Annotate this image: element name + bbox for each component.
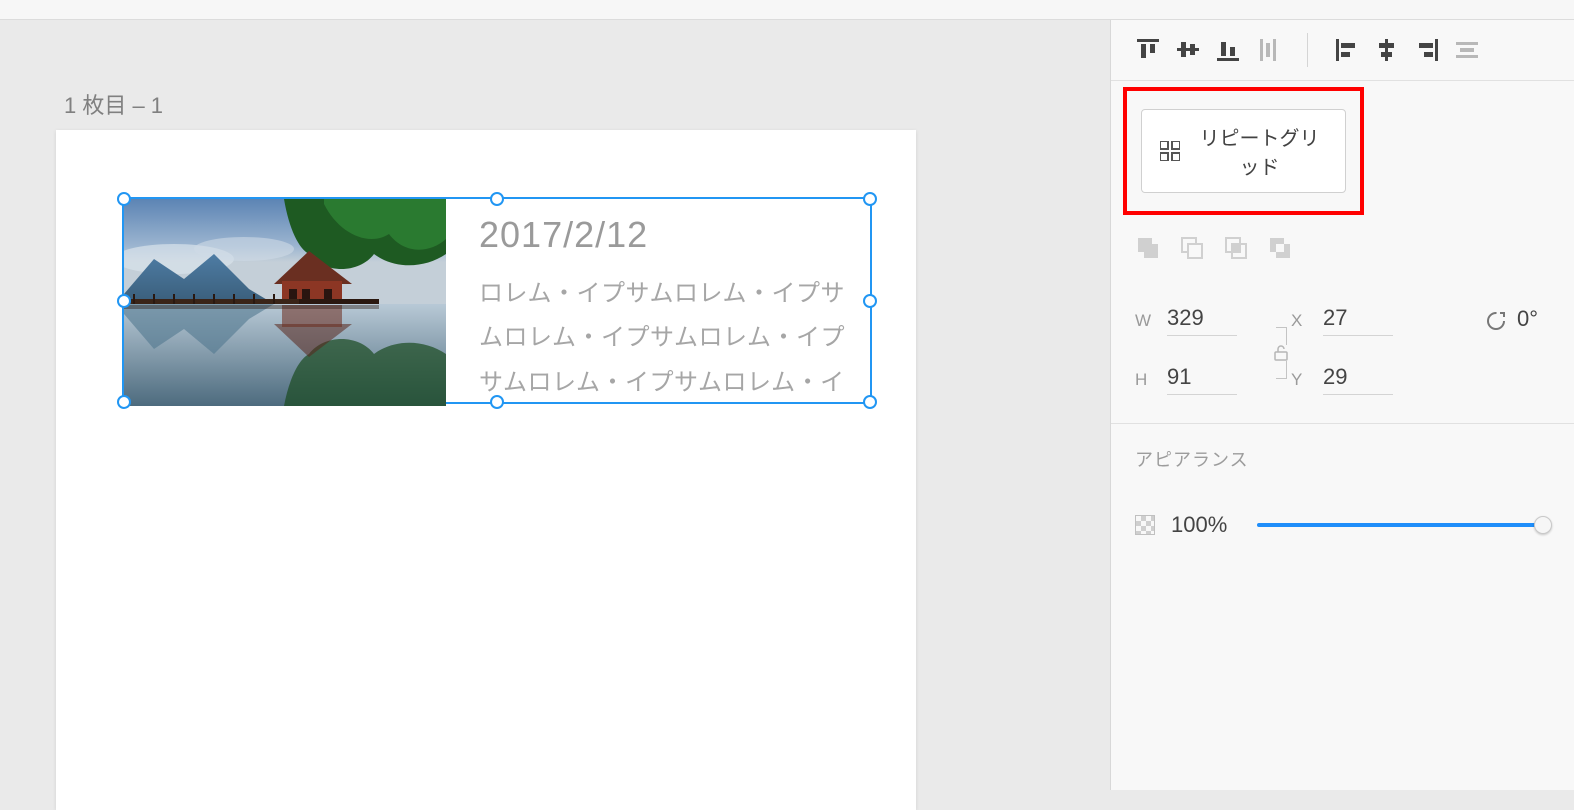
transform-section: W 329 X 27 0° H 91 Y 29 xyxy=(1111,281,1574,424)
card-text-block[interactable]: 2017/2/12 ロレム・イプサムロレム・イプサムロレム・イプサムロレム・イプ… xyxy=(479,214,860,405)
opacity-checker-icon xyxy=(1135,515,1155,535)
boolean-ops-row xyxy=(1111,221,1574,281)
selection-handle-mid-left[interactable] xyxy=(117,294,131,308)
selection-handle-mid-right[interactable] xyxy=(863,294,877,308)
canvas-area[interactable]: 1 枚目 – 1 xyxy=(0,20,1110,790)
align-left-icon[interactable] xyxy=(1334,37,1360,63)
align-toolbar xyxy=(1111,20,1574,80)
top-app-bar xyxy=(0,0,1574,20)
y-field[interactable]: Y 29 xyxy=(1291,364,1431,395)
align-top-icon[interactable] xyxy=(1135,37,1161,63)
selection-handle-top-right[interactable] xyxy=(863,192,877,206)
selection-handle-top-mid[interactable] xyxy=(490,192,504,206)
height-field[interactable]: H 91 xyxy=(1135,364,1275,395)
repeat-grid-button[interactable]: リピートグリッド xyxy=(1141,109,1346,193)
aspect-lock-icon[interactable] xyxy=(1264,313,1298,393)
opacity-slider[interactable] xyxy=(1257,523,1550,527)
width-label: W xyxy=(1135,311,1153,331)
selection-handle-top-left[interactable] xyxy=(117,192,131,206)
appearance-title: アピアランス xyxy=(1135,446,1550,472)
x-value[interactable]: 27 xyxy=(1323,305,1393,336)
pathfinder-exclude-icon xyxy=(1267,235,1293,261)
appearance-section: アピアランス 100% xyxy=(1111,424,1574,560)
opacity-value[interactable]: 100% xyxy=(1171,512,1241,538)
card-image[interactable] xyxy=(124,199,446,406)
height-label: H xyxy=(1135,370,1153,390)
align-right-icon[interactable] xyxy=(1414,37,1440,63)
pathfinder-union-icon xyxy=(1135,235,1161,261)
repeat-grid-icon xyxy=(1160,141,1180,161)
height-value[interactable]: 91 xyxy=(1167,364,1237,395)
width-value[interactable]: 329 xyxy=(1167,305,1237,336)
selection-handle-bottom-mid[interactable] xyxy=(490,395,504,409)
properties-panel: リピートグリッド W 329 X 27 xyxy=(1110,20,1574,790)
card-body[interactable]: ロレム・イプサムロレム・イプサムロレム・イプサムロレム・イプサムロレム・イプサム… xyxy=(479,272,860,405)
rotation-field[interactable]: 0° xyxy=(1447,306,1557,336)
align-middle-icon[interactable] xyxy=(1175,37,1201,63)
selected-group[interactable]: 2017/2/12 ロレム・イプサムロレム・イプサムロレム・イプサムロレム・イプ… xyxy=(124,199,870,402)
opacity-slider-thumb[interactable] xyxy=(1534,516,1552,534)
rotation-value[interactable]: 0° xyxy=(1517,306,1557,336)
repeat-grid-label: リピートグリッド xyxy=(1192,122,1327,180)
opacity-row: 100% xyxy=(1135,512,1550,538)
selection-bounds[interactable]: 2017/2/12 ロレム・イプサムロレム・イプサムロレム・イプサムロレム・イプ… xyxy=(122,197,872,404)
align-center-icon[interactable] xyxy=(1374,37,1400,63)
selection-handle-bottom-right[interactable] xyxy=(863,395,877,409)
y-value[interactable]: 29 xyxy=(1323,364,1393,395)
rotation-icon xyxy=(1485,310,1507,332)
pathfinder-intersect-icon xyxy=(1223,235,1249,261)
distribute-vertical-icon xyxy=(1255,37,1281,63)
width-field[interactable]: W 329 xyxy=(1135,305,1275,336)
repeat-grid-highlight: リピートグリッド xyxy=(1123,87,1364,215)
artboard-title[interactable]: 1 枚目 – 1 xyxy=(64,88,163,120)
pathfinder-subtract-icon xyxy=(1179,235,1205,261)
x-field[interactable]: X 27 xyxy=(1291,305,1431,336)
card-title[interactable]: 2017/2/12 xyxy=(479,214,860,256)
toolbar-divider xyxy=(1307,33,1308,67)
align-bottom-icon[interactable] xyxy=(1215,37,1241,63)
selection-handle-bottom-left[interactable] xyxy=(117,395,131,409)
distribute-horizontal-icon xyxy=(1454,37,1480,63)
